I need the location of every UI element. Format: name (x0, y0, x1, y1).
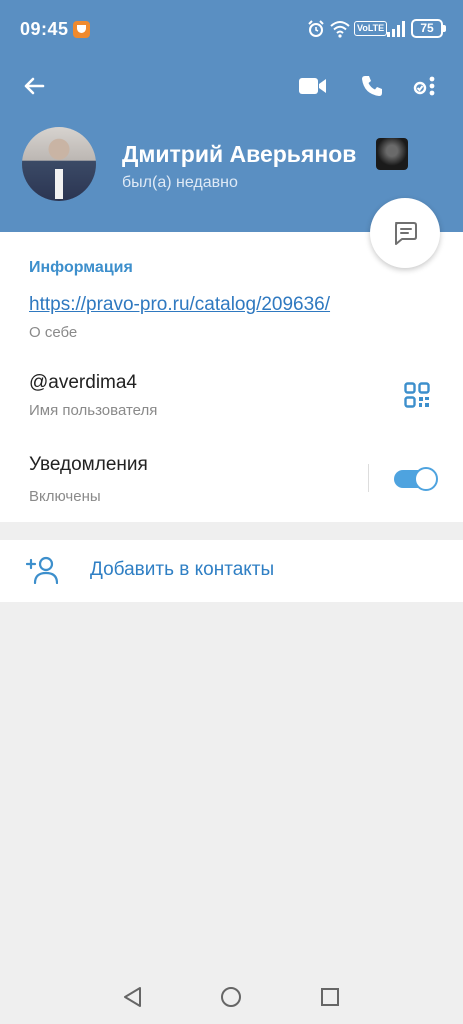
chat-bubble-icon (395, 222, 417, 245)
profile-header: 09:45 VoLTE 75 Дмитрий Аверьянов был(а) … (0, 0, 463, 232)
qr-code-icon[interactable] (404, 382, 430, 408)
add-contact-row[interactable]: Добавить в контакты (0, 540, 463, 602)
video-call-button[interactable] (293, 66, 333, 106)
bio-link[interactable]: https://pravo-pro.ru/catalog/209636/ (29, 294, 330, 316)
last-seen-status: был(а) недавно (122, 174, 238, 191)
notifications-toggle[interactable] (394, 466, 438, 492)
status-bar: 09:45 VoLTE 75 (0, 0, 463, 58)
message-button[interactable] (370, 198, 440, 268)
nav-recent-apps-icon[interactable] (317, 984, 343, 1010)
nav-home-icon[interactable] (218, 984, 244, 1010)
signal-icon (387, 21, 405, 37)
arrow-left-icon (24, 77, 45, 95)
volte-badge: VoLTE (354, 21, 388, 36)
back-button[interactable] (14, 66, 54, 106)
notification-app-icon (73, 21, 90, 38)
battery-icon: 75 (411, 19, 446, 38)
bio-caption: О себе (29, 324, 78, 341)
more-options-icon (413, 76, 435, 96)
add-person-icon (26, 556, 58, 584)
avatar-photo-detail (55, 169, 63, 199)
toggle-knob (414, 467, 438, 491)
alarm-icon (308, 20, 324, 37)
notifications-label[interactable]: Уведомления (29, 454, 148, 476)
voice-call-button[interactable] (352, 66, 392, 106)
username[interactable]: @averdima4 (29, 372, 137, 394)
section-title-info: Информация (29, 259, 133, 276)
notifications-state: Включены (29, 488, 101, 505)
status-time: 09:45 (20, 19, 69, 39)
video-camera-icon (299, 78, 326, 94)
wifi-icon (330, 21, 350, 38)
username-caption: Имя пользователя (29, 402, 158, 419)
divider (368, 464, 369, 492)
add-contact-label: Добавить в контакты (90, 559, 275, 580)
phone-icon (362, 76, 382, 96)
nav-back-icon[interactable] (120, 984, 146, 1010)
profile-name: Дмитрий Аверьянов (122, 141, 357, 167)
info-section: Информация https://pravo-pro.ru/catalog/… (0, 232, 463, 522)
emoji-status-icon[interactable] (376, 138, 408, 170)
system-navigation-bar (0, 970, 463, 1024)
avatar[interactable] (22, 127, 96, 201)
more-options-button[interactable] (405, 66, 445, 106)
